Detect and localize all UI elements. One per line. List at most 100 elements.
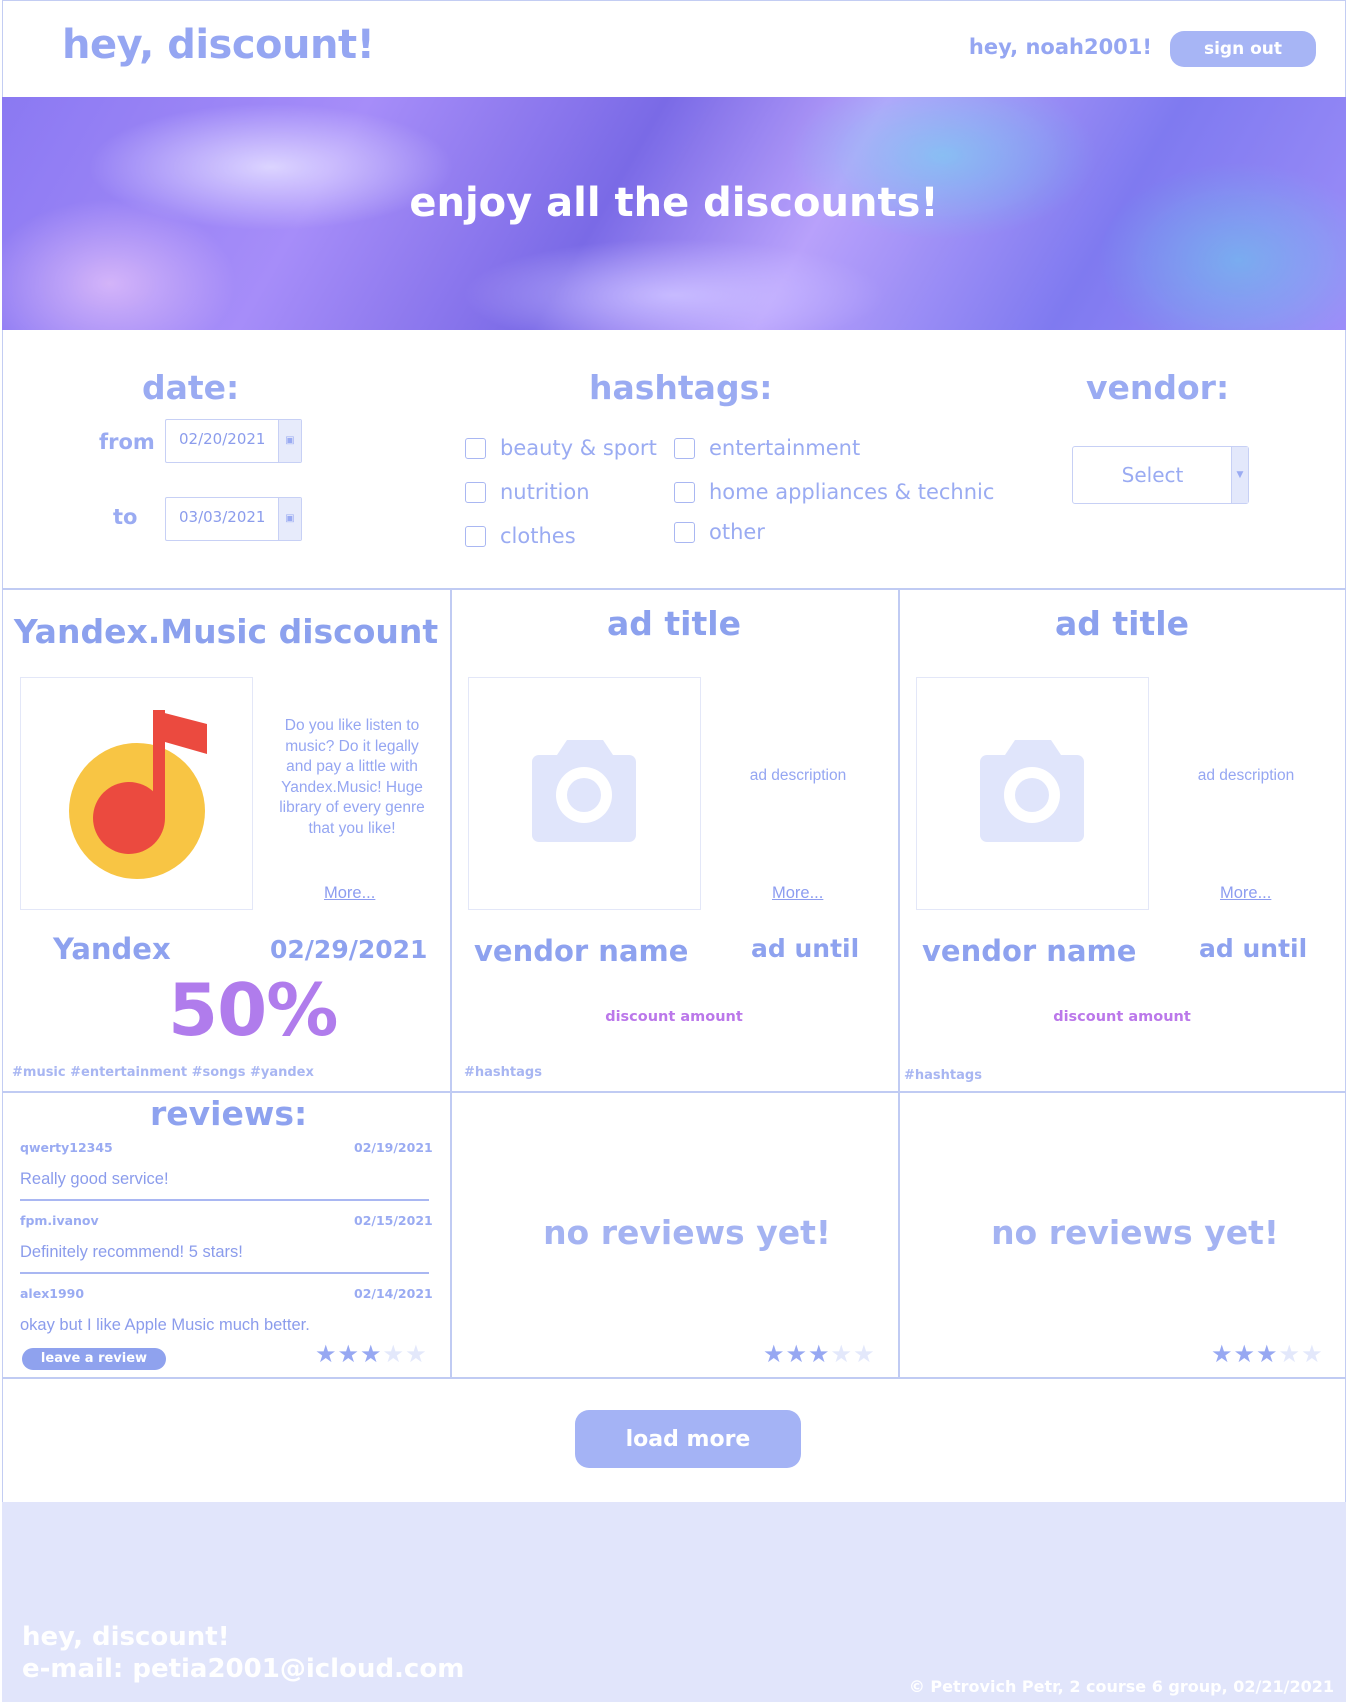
star-icon[interactable]: ★ (1279, 1340, 1302, 1368)
ad-hashtags[interactable]: #music #entertainment #songs #yandex (12, 1065, 314, 1080)
vendor-name: Yandex (53, 932, 171, 966)
grid-divider (450, 588, 452, 1378)
review-text: okay but I like Apple Music much better. (20, 1316, 310, 1334)
star-icon[interactable]: ★ (786, 1340, 809, 1368)
load-more-button[interactable]: load more (575, 1410, 801, 1468)
grid-divider (898, 588, 900, 1378)
hashtag-checkbox[interactable]: beauty & sport (465, 436, 657, 460)
from-date-input[interactable]: 02/20/2021 ▣ (165, 419, 302, 463)
ad-title[interactable]: ad title (450, 604, 898, 643)
ad-until-date: ad until (751, 934, 860, 963)
discount-amount: discount amount (605, 1009, 743, 1025)
hashtag-label: nutrition (500, 480, 590, 504)
from-label: from (99, 430, 155, 454)
calendar-icon[interactable]: ▣ (278, 498, 301, 540)
star-icon[interactable]: ★ (763, 1340, 786, 1368)
review-user: alex1990 (20, 1286, 85, 1301)
star-rating[interactable]: ★★★★★ (1211, 1340, 1324, 1368)
checkbox-box[interactable] (465, 481, 486, 503)
ad-hashtags[interactable]: #hashtags (464, 1065, 542, 1080)
star-rating[interactable]: ★★★★★ (315, 1340, 428, 1368)
vendor-heading: vendor: (1086, 368, 1230, 407)
hashtag-label: home appliances & technic (709, 480, 995, 504)
hashtag-label: entertainment (709, 436, 861, 460)
review-divider (20, 1272, 429, 1274)
star-icon[interactable]: ★ (1256, 1340, 1279, 1368)
ad-image (468, 677, 701, 910)
no-reviews-message: no reviews yet! (991, 1213, 1279, 1252)
checkbox-box[interactable] (465, 525, 486, 547)
star-icon[interactable]: ★ (383, 1340, 406, 1368)
grid-divider (2, 1091, 1346, 1093)
vendor-select-value: Select (1121, 463, 1184, 487)
more-link[interactable]: More... (1220, 884, 1271, 903)
checkbox-box[interactable] (674, 481, 695, 503)
ad-title[interactable]: ad title (898, 604, 1346, 643)
site-logo[interactable]: hey, discount! (62, 22, 375, 68)
star-icon[interactable]: ★ (1211, 1340, 1234, 1368)
chevron-down-icon[interactable]: ▼ (1231, 447, 1248, 503)
review-text: Really good service! (20, 1170, 169, 1188)
hashtags-heading: hashtags: (589, 368, 773, 407)
review-user: qwerty12345 (20, 1140, 113, 1155)
review-text: Definitely recommend! 5 stars! (20, 1243, 243, 1261)
star-icon[interactable]: ★ (405, 1340, 428, 1368)
user-greeting: hey, noah2001! (968, 35, 1152, 59)
more-link[interactable]: More... (324, 884, 375, 903)
star-icon[interactable]: ★ (315, 1340, 338, 1368)
star-icon[interactable]: ★ (808, 1340, 831, 1368)
ad-description: Do you like listen to music? Do it legal… (279, 717, 425, 837)
discount-amount: discount amount (1053, 1009, 1191, 1025)
checkbox-box[interactable] (674, 437, 695, 459)
calendar-icon[interactable]: ▣ (278, 420, 301, 462)
hashtag-checkbox[interactable]: clothes (465, 524, 576, 548)
ad-until-date: ad until (1199, 934, 1308, 963)
review-date: 02/14/2021 (354, 1286, 433, 1301)
site-footer: hey, discount! e-mail: petia2001@icloud.… (2, 1502, 1346, 1702)
hashtag-checkbox[interactable]: other (674, 520, 765, 544)
sign-out-button[interactable]: sign out (1170, 31, 1316, 67)
to-date-value: 03/03/2021 (179, 508, 266, 526)
camera-icon (980, 740, 1084, 842)
vendor-name: vendor name (474, 934, 689, 968)
review-user: fpm.ivanov (20, 1213, 99, 1228)
vendor-name: vendor name (922, 934, 1137, 968)
ad-title[interactable]: Yandex.Music discount (2, 612, 450, 651)
hashtag-checkbox[interactable]: nutrition (465, 480, 590, 504)
camera-icon (532, 740, 636, 842)
to-date-input[interactable]: 03/03/2021 ▣ (165, 497, 302, 541)
review-date: 02/19/2021 (354, 1140, 433, 1155)
checkbox-box[interactable] (674, 521, 695, 543)
ad-description: ad description (749, 767, 847, 784)
star-icon[interactable]: ★ (360, 1340, 383, 1368)
from-date-value: 02/20/2021 (179, 430, 266, 448)
hashtag-checkbox[interactable]: home appliances & technic (674, 480, 994, 504)
site-header: hey, discount! hey, noah2001! sign out (0, 0, 1348, 97)
review-date: 02/15/2021 (354, 1213, 433, 1228)
no-reviews-message: no reviews yet! (543, 1213, 831, 1252)
to-label: to (113, 505, 138, 529)
star-icon[interactable]: ★ (853, 1340, 876, 1368)
leave-review-button[interactable]: leave a review (22, 1348, 166, 1370)
star-icon[interactable]: ★ (1234, 1340, 1257, 1368)
checkbox-box[interactable] (465, 437, 486, 459)
reviews-heading: reviews: (150, 1094, 308, 1133)
vendor-select[interactable]: Select ▼ (1072, 446, 1249, 504)
hero-title: enjoy all the discounts! (409, 180, 939, 226)
footer-email[interactable]: e-mail: petia2001@icloud.com (22, 1654, 464, 1684)
star-icon[interactable]: ★ (1301, 1340, 1324, 1368)
discount-amount: 50% (168, 968, 338, 1052)
grid-divider (2, 588, 1346, 590)
footer-copyright: © Petrovich Petr, 2 course 6 group, 02/2… (908, 1677, 1334, 1696)
grid-divider (2, 1377, 1346, 1379)
ad-image (916, 677, 1149, 910)
more-link[interactable]: More... (772, 884, 823, 903)
ad-hashtags[interactable]: #hashtags (904, 1068, 982, 1083)
yandex-music-logo (69, 710, 207, 879)
star-icon[interactable]: ★ (338, 1340, 361, 1368)
ad-description: ad description (1197, 767, 1295, 784)
hashtag-label: other (709, 520, 765, 544)
hashtag-checkbox[interactable]: entertainment (674, 436, 860, 460)
star-rating[interactable]: ★★★★★ (763, 1340, 876, 1368)
star-icon[interactable]: ★ (831, 1340, 854, 1368)
